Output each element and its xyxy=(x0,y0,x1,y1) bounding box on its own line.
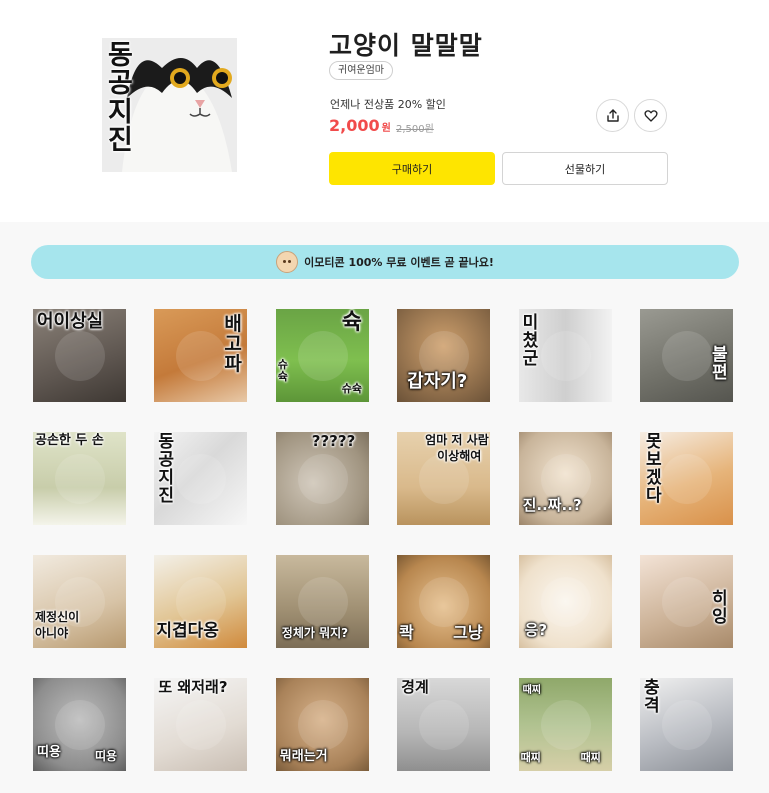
product-title: 고양이 말말말 xyxy=(329,31,483,60)
sticker-caption: 경계 xyxy=(401,678,429,696)
sticker-caption: 미쳤군 xyxy=(522,313,539,369)
sticker-caption: 지겹다옹 xyxy=(156,621,219,641)
cat-photo xyxy=(661,577,712,627)
cat-photo xyxy=(540,577,591,627)
cat-photo xyxy=(297,577,348,627)
sticker-item[interactable]: 지겹다옹 xyxy=(154,555,248,648)
promo-text: 언제나 전상품 20% 할인 xyxy=(330,98,446,111)
sticker-item[interactable]: 제정신이아니야 xyxy=(33,555,126,648)
sticker-caption: 정체가 뭐지? xyxy=(281,626,349,640)
sticker-section: 이모티콘 100% 무료 이벤트 곧 끝나요! 어이상실 배 고 파 슉 슈 슉 슈슉 갑자기?… xyxy=(0,222,769,793)
sticker-item[interactable]: 동공지진 xyxy=(154,432,248,525)
sticker-caption: 충격 xyxy=(643,678,660,716)
sticker-item[interactable]: ????? xyxy=(275,432,369,525)
sticker-item[interactable]: 진..짜..? xyxy=(518,432,612,525)
cat-photo xyxy=(176,700,227,750)
sticker-caption: 배고파 xyxy=(224,313,242,375)
sticker-caption: 때찌 xyxy=(520,751,541,764)
cat-photo xyxy=(55,700,105,750)
sticker-item[interactable]: 경계 xyxy=(397,678,491,771)
sticker-caption: 동공지진 xyxy=(158,432,175,506)
cat-photo xyxy=(661,454,712,504)
cat-photo xyxy=(176,577,227,627)
cat-photo xyxy=(540,331,591,381)
sticker-caption: 때찌 xyxy=(522,685,541,696)
sticker-item[interactable]: 갑자기? xyxy=(397,309,491,402)
sticker-item[interactable]: 또 왜저래? xyxy=(154,678,248,771)
product-header: 동공지진 고양이 말말말 귀여운엄마 언제나 전상품 20% 할인 2,000 원… xyxy=(0,0,769,222)
sticker-caption: 그냥 xyxy=(453,623,483,642)
sticker-caption: 히잉 xyxy=(711,589,728,627)
sticker-item[interactable]: 때찌 때찌 때찌 xyxy=(518,678,612,771)
sticker-caption: 띠용 xyxy=(37,745,61,760)
cat-photo xyxy=(297,331,348,381)
original-price: 2,500원 xyxy=(396,124,434,135)
sticker-caption: 때찌 xyxy=(580,751,601,764)
sticker-item[interactable]: 슉 슈 슉 슈슉 xyxy=(275,309,369,402)
cover-caption: 동공지진 xyxy=(108,40,133,157)
sticker-caption: 슈슉 xyxy=(277,358,288,383)
sticker-item[interactable]: 불편 xyxy=(639,309,733,402)
share-button[interactable] xyxy=(596,99,629,132)
banner-text: 이모티콘 100% 무료 이벤트 곧 끝나요! xyxy=(304,256,494,269)
sticker-item[interactable]: 못보겠다 xyxy=(639,432,733,525)
sticker-item[interactable]: 응? xyxy=(518,555,612,648)
like-button[interactable] xyxy=(634,99,667,132)
sticker-caption: 어이상실 xyxy=(37,311,104,332)
sticker-caption: 콱 xyxy=(399,623,414,642)
cat-photo xyxy=(661,331,712,381)
cat-photo xyxy=(55,331,105,381)
share-icon xyxy=(606,108,619,122)
sticker-caption: 진..짜..? xyxy=(522,496,582,514)
cat-photo xyxy=(661,700,712,750)
sticker-caption: 또 왜저래? xyxy=(158,678,228,696)
sticker-item[interactable]: 배고파 xyxy=(154,309,248,402)
sticker-caption: 응? xyxy=(524,621,548,639)
sticker-caption: 못보겠다 xyxy=(645,432,662,506)
sticker-caption: 불편 xyxy=(711,345,728,383)
sticker-caption: 공손한 두 손 xyxy=(35,433,104,448)
sticker-item[interactable]: 뭐래는거 xyxy=(275,678,369,771)
sticker-item[interactable]: 콱 그냥 xyxy=(397,555,491,648)
cat-photo xyxy=(419,700,470,750)
cat-photo xyxy=(297,700,348,750)
sticker-item[interactable]: 어이상실 xyxy=(33,309,126,402)
cat-photo xyxy=(419,577,470,627)
buy-button[interactable]: 구매하기 xyxy=(329,152,495,185)
cat-photo xyxy=(176,331,227,381)
sticker-caption: 뭐래는거 xyxy=(279,749,328,764)
sticker-caption: 엄마 저 사람 xyxy=(425,433,489,447)
sticker-item[interactable]: 띠용 띠용 xyxy=(33,678,126,771)
cat-photo xyxy=(297,454,348,504)
sticker-caption: ????? xyxy=(311,432,356,450)
sticker-grid: 어이상실 배 고 파 슉 슈 슉 슈슉 갑자기? 미 쳤 군 불 편 공손한 두 손 동 공 지 진????? 엄마 … xyxy=(33,309,733,771)
sticker-caption: 제정신이 xyxy=(35,610,80,624)
author-tag[interactable]: 귀여운엄마 xyxy=(329,61,393,80)
sticker-caption: 슈슉 xyxy=(341,382,363,395)
sale-price: 2,000 원 xyxy=(329,116,391,135)
cat-photo xyxy=(540,700,591,750)
sticker-item[interactable]: 공손한 두 손 xyxy=(33,432,126,525)
sticker-caption: 슉 xyxy=(341,310,363,335)
sticker-item[interactable]: 엄마 저 사람이상해여 xyxy=(397,432,491,525)
event-banner[interactable]: 이모티콘 100% 무료 이벤트 곧 끝나요! xyxy=(31,245,739,279)
sticker-caption: 갑자기? xyxy=(407,371,468,392)
product-thumbnail: 동공지진 xyxy=(102,38,237,172)
heart-icon xyxy=(643,109,658,122)
sticker-item[interactable]: 히잉 xyxy=(639,555,733,648)
sticker-caption: 이상해여 xyxy=(437,449,482,463)
gift-button[interactable]: 선물하기 xyxy=(502,152,668,185)
sticker-item[interactable]: 미쳤군 xyxy=(518,309,612,402)
sticker-item[interactable]: 충격 xyxy=(639,678,733,771)
character-icon xyxy=(276,251,299,273)
sticker-item[interactable]: 정체가 뭐지? xyxy=(275,555,369,648)
cat-photo xyxy=(55,454,105,504)
sticker-caption: 띠용 xyxy=(95,749,118,763)
sticker-caption: 아니야 xyxy=(35,626,69,640)
cat-photo xyxy=(176,454,227,504)
